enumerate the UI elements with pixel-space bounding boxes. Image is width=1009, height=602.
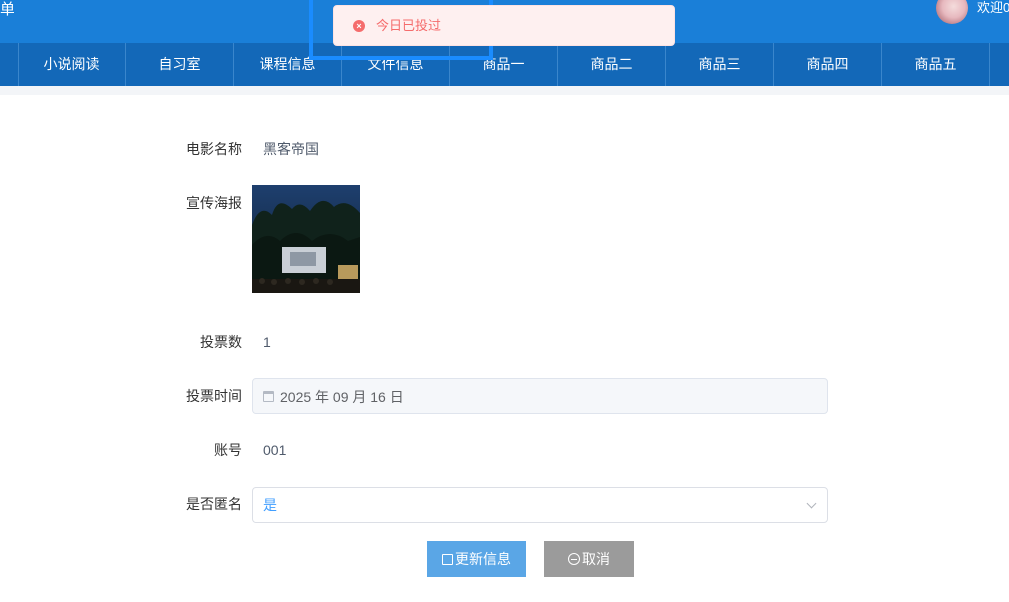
main-nav: 小说阅读 自习室 课程信息 文件信息 商品一 商品二 商品三 商品四 商品五	[0, 43, 1009, 86]
nav-underband	[0, 86, 1009, 95]
site-title: 单	[0, 1, 14, 18]
poster-image	[252, 185, 360, 293]
chevron-down-icon	[806, 498, 817, 509]
cancel-button[interactable]: 取消	[544, 541, 634, 577]
nav-item-product-4[interactable]: 商品四	[774, 43, 882, 86]
error-toast: × 今日已投过	[333, 5, 675, 46]
account-label: 账号	[214, 442, 242, 458]
nav-item-study-room[interactable]: 自习室	[126, 43, 234, 86]
poster-label: 宣传海报	[186, 195, 242, 211]
movie-name-label: 电影名称	[186, 141, 242, 157]
update-button[interactable]: 更新信息	[427, 541, 526, 577]
minus-circle-icon	[568, 553, 580, 566]
vote-time-label: 投票时间	[186, 388, 242, 404]
vote-time-value: 2025 年 09 月 16 日	[280, 389, 404, 405]
movie-name-value: 黑客帝国	[263, 141, 319, 157]
vote-time-date-picker[interactable]: 2025 年 09 月 16 日	[252, 378, 828, 414]
cancel-button-label: 取消	[582, 551, 610, 567]
nav-item-product-2[interactable]: 商品二	[558, 43, 666, 86]
calendar-icon	[263, 391, 274, 402]
votes-value: 1	[263, 334, 271, 350]
anonymous-select[interactable]: 是	[252, 487, 828, 523]
nav-item-product-3[interactable]: 商品三	[666, 43, 774, 86]
nav-item-product-5[interactable]: 商品五	[882, 43, 990, 86]
update-button-label: 更新信息	[455, 551, 511, 567]
account-value: 001	[263, 442, 287, 458]
anonymous-selected-value: 是	[263, 497, 277, 513]
nav-item-novel[interactable]: 小说阅读	[18, 43, 126, 86]
user-avatar[interactable]	[936, 0, 968, 24]
welcome-text: 欢迎0	[977, 0, 1009, 15]
votes-label: 投票数	[200, 334, 242, 350]
anonymous-label: 是否匿名	[186, 496, 242, 512]
edit-icon	[442, 553, 453, 565]
toast-message: 今日已投过	[376, 18, 442, 33]
error-circle-icon: ×	[353, 20, 365, 32]
